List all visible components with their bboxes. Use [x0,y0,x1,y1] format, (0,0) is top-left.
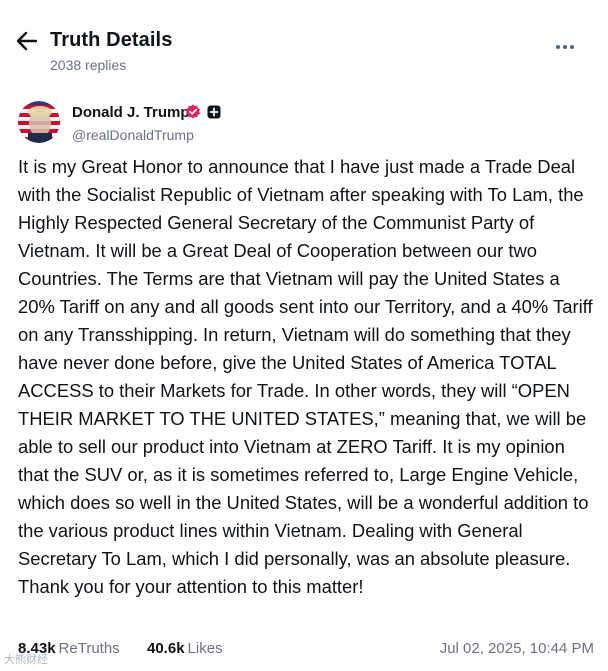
more-dot-icon [570,45,574,49]
author-name[interactable]: Donald J. Trump [72,104,190,121]
post-timestamp: Jul 02, 2025, 10:44 PM [439,640,594,657]
truth-details-page: Truth Details 2038 replies Donald J. Tru… [0,0,608,671]
likes-label: Likes [187,640,223,657]
likes-stat[interactable]: 40.6k Likes [147,640,223,657]
more-dot-icon [563,45,567,49]
watermark: 大熊财经 [4,654,48,666]
arrow-left-icon [16,31,38,51]
author-handle[interactable]: @realDonaldTrump [72,127,194,143]
page-title: Truth Details [50,29,173,51]
more-dot-icon [556,45,560,49]
back-button[interactable] [16,30,44,54]
more-options-button[interactable] [556,36,578,50]
header: Truth Details 2038 replies [0,0,608,88]
reply-count: 2038 replies [50,57,127,73]
retruths-label: ReTruths [58,640,120,657]
post-text: It is my Great Honor to announce that I … [18,156,593,597]
likes-count: 40.6k [147,640,185,657]
post-stats: 8.43k ReTruths 40.6k Likes Jul 02, 2025, 1… [18,640,594,662]
avatar-image [18,101,60,143]
avatar[interactable] [18,101,60,143]
verified-badge-icon [185,104,201,120]
plus-badge-icon [207,105,221,119]
